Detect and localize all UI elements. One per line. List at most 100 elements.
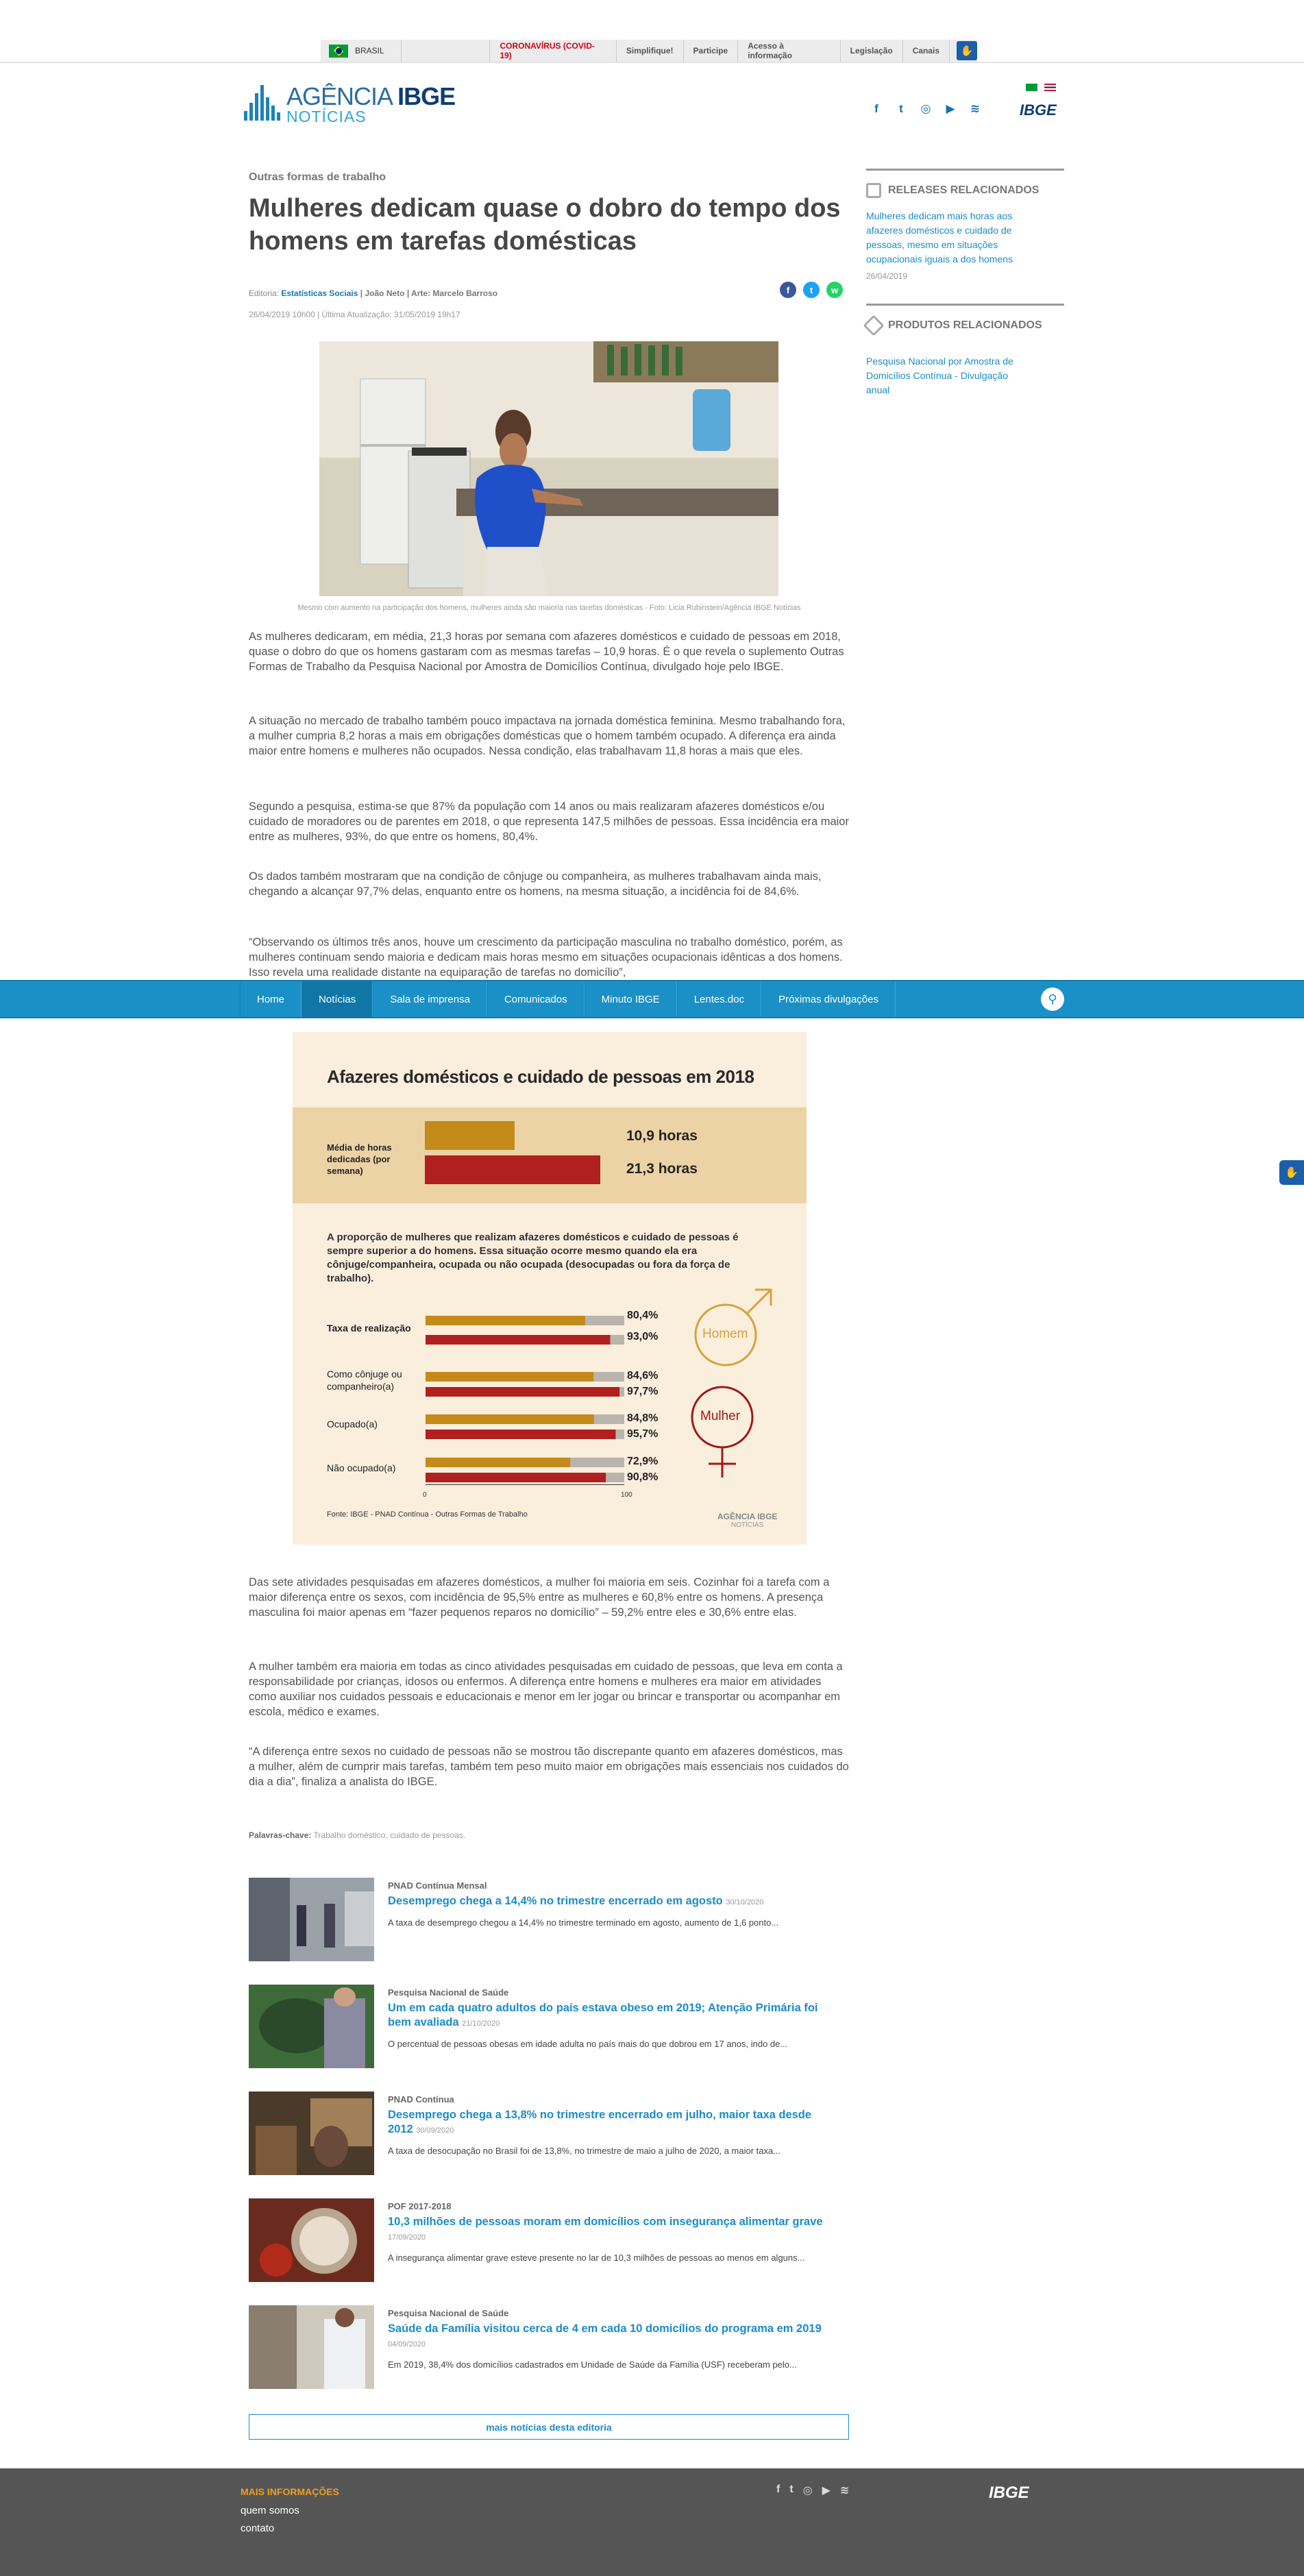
vlibras-widget-icon[interactable]: ✋ xyxy=(1279,1160,1304,1185)
hours-bar-men xyxy=(425,1121,515,1150)
mulher-label: Mulher xyxy=(700,1409,741,1423)
related-date: 04/09/2020 xyxy=(388,2340,426,2348)
related-category: Pesquisa Nacional de Saúde xyxy=(388,1987,509,1998)
related-title[interactable]: Um em cada quatro adultos do país estava… xyxy=(388,2002,818,2028)
related-category: PNAD Contínua xyxy=(388,2094,454,2105)
bar-men-3 xyxy=(426,1414,594,1424)
editoria-label: Editoria: xyxy=(249,289,280,298)
canais-link[interactable]: Canais xyxy=(903,40,950,62)
share-twitter-icon[interactable]: t xyxy=(803,282,820,298)
covid-link[interactable]: CORONAVÍRUS (COVID-19) xyxy=(490,40,617,62)
footer-rss-icon[interactable]: ≋ xyxy=(840,2483,849,2497)
bar-women-3 xyxy=(426,1430,616,1439)
rss-icon[interactable]: ≋ xyxy=(969,102,981,115)
bar-men-2 xyxy=(426,1372,594,1382)
related-thumbnail[interactable] xyxy=(249,2092,374,2175)
related-snippet: A taxa de desemprego chegou a 14,4% no t… xyxy=(388,1917,779,1928)
footer-youtube-icon[interactable]: ▶ xyxy=(822,2483,831,2497)
nav-home[interactable]: Home xyxy=(240,981,302,1017)
youtube-icon[interactable]: ▶ xyxy=(944,102,957,115)
bar-women-rest-2 xyxy=(619,1387,624,1397)
facebook-icon[interactable]: f xyxy=(870,102,883,115)
footer-social: f t ◎ ▶ ≋ xyxy=(776,2483,849,2497)
related-title[interactable]: 10,3 milhões de pessoas moram em domicíl… xyxy=(388,2216,823,2228)
share-facebook-icon[interactable]: f xyxy=(780,282,796,298)
bar-women-1 xyxy=(426,1335,611,1345)
product-link[interactable]: Pesquisa Nacional por Amostra de Domicíl… xyxy=(866,354,1031,397)
article-author: | João Neto | Arte: Marcelo Barroso xyxy=(360,289,498,298)
footer-twitter-icon[interactable]: t xyxy=(789,2483,793,2497)
bar-men-rest-3 xyxy=(593,1414,624,1424)
logo-ibge: IBGE xyxy=(397,82,456,110)
related-snippet: O percentual de pessoas obesas em idade … xyxy=(388,2039,788,2049)
related-snippet: A taxa de desocupação no Brasil foi de 1… xyxy=(388,2146,781,2156)
related-item[interactable]: PNAD Contínua Desemprego chega a 13,8% n… xyxy=(249,2092,849,2175)
acesso-informacao-link[interactable]: Acesso à informação xyxy=(738,40,841,62)
bar-men-rest-1 xyxy=(585,1316,624,1325)
search-icon[interactable]: ⚲ xyxy=(1041,988,1064,1011)
footer-ibge-logo[interactable]: IBGE xyxy=(989,2483,1029,2503)
article-header: Outras formas de trabalho Mulheres dedic… xyxy=(249,171,849,258)
pt-flag-icon[interactable] xyxy=(1026,84,1037,91)
participe-link[interactable]: Participe xyxy=(684,40,739,62)
nav-comunicados[interactable]: Comunicados xyxy=(487,981,585,1017)
hours-bar-women xyxy=(425,1155,600,1184)
vlibras-hand-icon[interactable]: ✋ xyxy=(957,41,977,60)
related-item[interactable]: POF 2017-2018 10,3 milhões de pessoas mo… xyxy=(249,2198,849,2282)
footer-link-contato[interactable]: contato xyxy=(241,2523,274,2534)
releases-title: RELEASES RELACIONADOS xyxy=(888,184,1039,196)
release-date: 26/04/2019 xyxy=(866,271,908,281)
footer-instagram-icon[interactable]: ◎ xyxy=(803,2483,813,2497)
release-link[interactable]: Mulheres dedicam mais horas aos afazeres… xyxy=(866,209,1031,267)
related-item[interactable]: Pesquisa Nacional de Saúde Saúde da Famí… xyxy=(249,2305,849,2389)
bar-men-rest-4 xyxy=(570,1458,624,1467)
related-thumbnail[interactable] xyxy=(249,1878,374,1961)
more-news-button[interactable]: mais notícias desta editoria xyxy=(249,2414,849,2440)
nav-lentes-doc[interactable]: Lentes.doc xyxy=(676,981,762,1017)
box-icon xyxy=(863,315,885,336)
share-whatsapp-icon[interactable]: w xyxy=(826,282,843,298)
thumb-image-2 xyxy=(249,1985,374,2068)
related-thumbnail[interactable] xyxy=(249,2305,374,2389)
en-flag-icon[interactable] xyxy=(1044,84,1056,91)
agencia-ibge-logo[interactable]: AGÊNCIA IBGE NOTÍCIAS xyxy=(244,82,456,125)
related-date: 30/10/2020 xyxy=(726,1898,764,1906)
related-thumbnail[interactable] xyxy=(249,1985,374,2068)
legislacao-link[interactable]: Legislação xyxy=(841,40,903,62)
infographic-bars xyxy=(425,1121,772,1485)
related-date: 30/09/2020 xyxy=(416,2126,454,2135)
twitter-icon[interactable]: t xyxy=(895,102,907,115)
bar-men-1 xyxy=(426,1316,586,1325)
related-item[interactable]: PNAD Contínua Mensal Desemprego chega a … xyxy=(249,1878,849,1961)
bar-women-rest-1 xyxy=(610,1335,624,1345)
paragraph-8: “A diferença entre sexos no cuidado de p… xyxy=(249,1745,849,1788)
instagram-icon[interactable]: ◎ xyxy=(920,102,932,115)
share-buttons: f t w xyxy=(780,282,843,298)
bar-women-rest-4 xyxy=(606,1473,624,1482)
releases-heading: RELEASES RELACIONADOS xyxy=(866,169,1064,198)
products-title: PRODUTOS RELACIONADOS xyxy=(888,319,1042,331)
gov-bar: BRASIL CORONAVÍRUS (COVID-19) Simplifiqu… xyxy=(0,0,1304,63)
ibge-logo[interactable]: IBGE xyxy=(1020,101,1057,119)
related-category: POF 2017-2018 xyxy=(388,2201,452,2211)
thumb-image-4 xyxy=(249,2198,374,2282)
related-item[interactable]: Pesquisa Nacional de Saúde Um em cada qu… xyxy=(249,1985,849,2068)
nav-noticias[interactable]: Notícias xyxy=(302,981,373,1017)
footer: MAIS INFORMAÇÕES quem somos contato f t … xyxy=(0,2468,1304,2576)
nav-sala-de-imprensa[interactable]: Sala de imprensa xyxy=(373,981,487,1017)
simplifique-link[interactable]: Simplifique! xyxy=(617,40,684,62)
products-heading: PRODUTOS RELACIONADOS xyxy=(863,304,1064,336)
related-date: 17/09/2020 xyxy=(388,2233,426,2242)
nav-minuto-ibge[interactable]: Minuto IBGE xyxy=(584,981,677,1017)
tags-label: Palavras-chave: xyxy=(249,1830,312,1840)
related-thumbnail[interactable] xyxy=(249,2198,374,2282)
related-title[interactable]: Saúde da Família visitou cerca de 4 em c… xyxy=(388,2322,822,2335)
editoria-link[interactable]: Estatísticas Sociais xyxy=(281,289,358,298)
footer-facebook-icon[interactable]: f xyxy=(776,2483,780,2497)
brasil-link[interactable]: BRASIL xyxy=(321,40,402,62)
tags-values: Trabalho doméstico, cuidado de pessoas. xyxy=(313,1830,466,1840)
footer-link-quem-somos[interactable]: quem somos xyxy=(241,2505,299,2516)
nav-proximas-divulgacoes[interactable]: Próximas divulgações xyxy=(761,981,896,1017)
paragraph-7: A mulher também era maioria em todas as … xyxy=(249,1660,843,1718)
related-title[interactable]: Desemprego chega a 14,4% no trimestre en… xyxy=(388,1895,723,1907)
